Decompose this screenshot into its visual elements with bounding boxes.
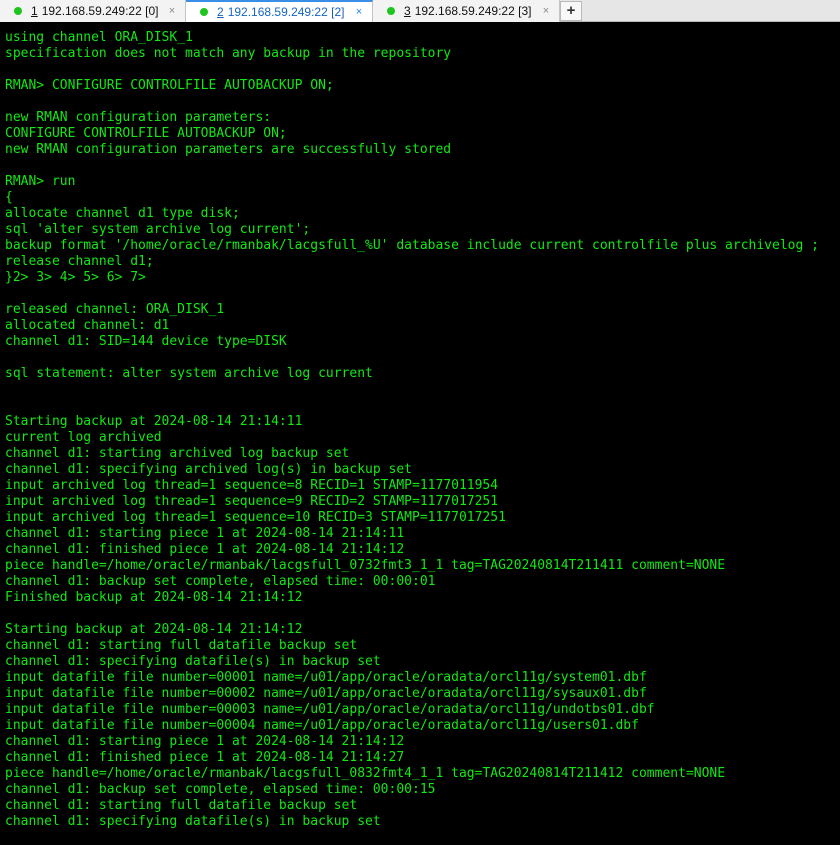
terminal-line: channel d1: finished piece 1 at 2024-08-… <box>5 750 405 765</box>
terminal-line: specification does not match any backup … <box>5 46 452 61</box>
terminal-line: Starting backup at 2024-08-14 21:14:11 <box>5 414 303 429</box>
tab-number: 1 <box>31 4 38 18</box>
terminal-line: input archived log thread=1 sequence=8 R… <box>5 478 499 493</box>
terminal-line: channel d1: starting piece 1 at 2024-08-… <box>5 526 405 541</box>
terminal-line: backup format '/home/oracle/rmanbak/lacg… <box>5 238 819 253</box>
terminal-line: allocate channel d1 type disk; <box>5 206 240 221</box>
terminal-line: released channel: ORA_DISK_1 <box>5 302 225 317</box>
terminal-line: RMAN> CONFIGURE CONTROLFILE AUTOBACKUP O… <box>5 78 334 93</box>
new-tab-button[interactable]: + <box>560 1 582 21</box>
terminal-line: channel d1: starting full datafile backu… <box>5 798 358 813</box>
terminal-line: piece handle=/home/oracle/rmanbak/lacgsf… <box>5 766 726 781</box>
terminal-line: channel d1: backup set complete, elapsed… <box>5 574 436 589</box>
terminal-line: channel d1: specifying datafile(s) in ba… <box>5 654 381 669</box>
terminal-line: piece handle=/home/oracle/rmanbak/lacgsf… <box>5 558 726 573</box>
terminal-line: channel d1: starting full datafile backu… <box>5 638 358 653</box>
tab-label: 192.168.59.249:22 [2] <box>227 5 345 19</box>
session-tab-2[interactable]: 2 192.168.59.249:22 [2] × <box>186 0 373 22</box>
terminal-line: channel d1: starting piece 1 at 2024-08-… <box>5 734 405 749</box>
close-tab-icon[interactable]: × <box>539 4 553 18</box>
terminal-line: input archived log thread=1 sequence=10 … <box>5 510 506 525</box>
session-tab-bar: 1 192.168.59.249:22 [0] × 2 192.168.59.2… <box>0 0 840 22</box>
connected-status-icon <box>387 7 395 15</box>
terminal-line: CONFIGURE CONTROLFILE AUTOBACKUP ON; <box>5 126 287 141</box>
terminal-line: allocated channel: d1 <box>5 318 170 333</box>
terminal-line: input datafile file number=00002 name=/u… <box>5 686 647 701</box>
terminal-line: sql statement: alter system archive log … <box>5 366 373 381</box>
terminal-line: channel d1: finished piece 1 at 2024-08-… <box>5 542 405 557</box>
tab-label: 192.168.59.249:22 [0] <box>41 4 159 18</box>
terminal-line: sql 'alter system archive log current'; <box>5 222 311 237</box>
terminal-line: RMAN> run <box>5 174 76 189</box>
close-tab-icon[interactable]: × <box>165 4 179 18</box>
tab-label: 192.168.59.249:22 [3] <box>414 4 532 18</box>
terminal-line: channel d1: backup set complete, elapsed… <box>5 782 436 797</box>
connected-status-icon <box>14 7 22 15</box>
terminal-line: channel d1: specifying datafile(s) in ba… <box>5 814 381 829</box>
terminal-line: channel d1: specifying archived log(s) i… <box>5 462 412 477</box>
tab-number: 3 <box>404 4 411 18</box>
terminal-line: }2> 3> 4> 5> 6> 7> <box>5 270 146 285</box>
terminal-line: input datafile file number=00003 name=/u… <box>5 702 655 717</box>
terminal-line: current log archived <box>5 430 162 445</box>
terminal-line: new RMAN configuration parameters are su… <box>5 142 452 157</box>
terminal-line: input datafile file number=00001 name=/u… <box>5 670 647 685</box>
connected-status-icon <box>200 8 208 16</box>
terminal-line: using channel ORA_DISK_1 <box>5 30 193 45</box>
terminal-output[interactable]: using channel ORA_DISK_1 specification do… <box>0 22 840 845</box>
terminal-line: Finished backup at 2024-08-14 21:14:12 <box>5 590 303 605</box>
session-tab-1[interactable]: 1 192.168.59.249:22 [0] × <box>0 0 186 22</box>
tab-number: 2 <box>217 5 224 19</box>
terminal-line: Starting backup at 2024-08-14 21:14:12 <box>5 622 303 637</box>
terminal-line: channel d1: starting archived log backup… <box>5 446 350 461</box>
terminal-line: release channel d1; <box>5 254 154 269</box>
terminal-line: channel d1: SID=144 device type=DISK <box>5 334 287 349</box>
terminal-line: input datafile file number=00004 name=/u… <box>5 718 639 733</box>
terminal-line: { <box>5 190 13 205</box>
terminal-line: new RMAN configuration parameters: <box>5 110 272 125</box>
session-tab-3[interactable]: 3 192.168.59.249:22 [3] × <box>373 0 560 22</box>
close-tab-icon[interactable]: × <box>352 5 366 19</box>
terminal-line: input archived log thread=1 sequence=9 R… <box>5 494 499 509</box>
